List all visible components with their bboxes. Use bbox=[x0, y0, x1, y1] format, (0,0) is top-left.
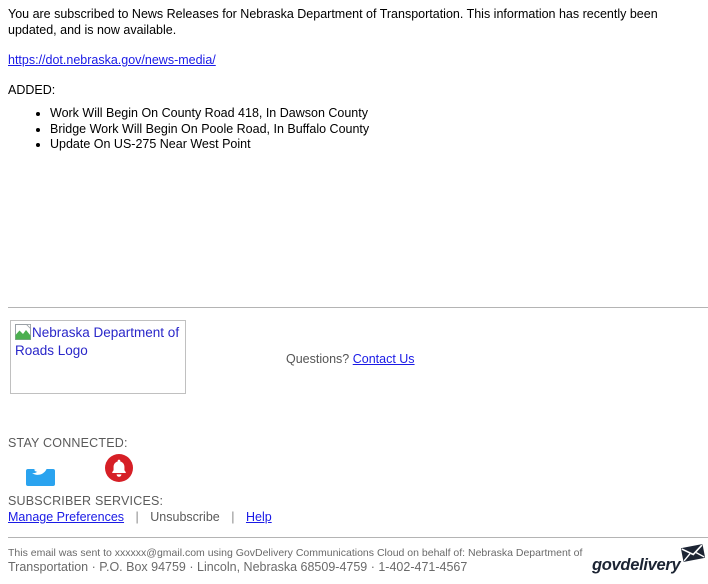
contact-us-link[interactable]: Contact Us bbox=[353, 352, 415, 366]
brand-row: Nebraska Department of Roads Logo Questi… bbox=[0, 320, 708, 400]
subscribe-bell-link[interactable] bbox=[104, 453, 134, 483]
list-item: Work Will Begin On County Road 418, In D… bbox=[50, 106, 700, 122]
unsubscribe-link[interactable]: Unsubscribe bbox=[150, 510, 219, 524]
bell-subscribe-icon bbox=[104, 454, 134, 487]
twitter-link[interactable] bbox=[26, 453, 55, 487]
stay-connected-label: STAY CONNECTED: bbox=[8, 436, 128, 450]
footer-divider-top bbox=[8, 307, 708, 308]
legal-line-1: This email was sent to xxxxxx@gmail.com … bbox=[8, 547, 583, 559]
logo-alt-text: Nebraska Department of Roads Logo bbox=[15, 325, 180, 358]
subscriber-services-links: Manage Preferences | Unsubscribe | Help bbox=[8, 510, 272, 524]
footer-divider-bottom bbox=[8, 537, 708, 538]
govdelivery-wordmark: govdelivery bbox=[592, 556, 681, 574]
twitter-icon bbox=[26, 460, 55, 486]
news-media-link-row: https://dot.nebraska.gov/news-media/ bbox=[8, 52, 700, 68]
legal-line-2: Transportation · P.O. Box 94759 · Lincol… bbox=[8, 560, 468, 574]
legal-footer-text: This email was sent to xxxxxx@gmail.com … bbox=[8, 547, 583, 575]
list-item: Update On US-275 Near West Point bbox=[50, 137, 700, 153]
help-link[interactable]: Help bbox=[246, 510, 272, 524]
news-media-link[interactable]: https://dot.nebraska.gov/news-media/ bbox=[8, 53, 216, 67]
social-icon-row bbox=[26, 453, 134, 486]
govdelivery-logo: govdelivery bbox=[592, 543, 706, 579]
intro-paragraph: You are subscribed to News Releases for … bbox=[8, 7, 658, 37]
added-label: ADDED: bbox=[8, 83, 56, 97]
subscriber-services-label: SUBSCRIBER SERVICES: bbox=[8, 494, 164, 508]
list-item: Bridge Work Will Begin On Poole Road, In… bbox=[50, 122, 700, 138]
email-body: You are subscribed to News Releases for … bbox=[0, 0, 708, 153]
envelope-icon bbox=[680, 543, 706, 563]
logo-alt-wrapper: Nebraska Department of Roads Logo bbox=[15, 324, 180, 358]
added-items-list: Work Will Begin On County Road 418, In D… bbox=[8, 106, 700, 153]
link-separator: | bbox=[231, 510, 235, 524]
questions-label: Questions? bbox=[286, 352, 350, 366]
link-separator: | bbox=[135, 510, 139, 524]
nebraska-roads-logo-placeholder[interactable]: Nebraska Department of Roads Logo bbox=[10, 320, 186, 394]
broken-image-icon bbox=[15, 324, 31, 340]
manage-preferences-link[interactable]: Manage Preferences bbox=[8, 510, 124, 524]
questions-row: Questions? Contact Us bbox=[286, 352, 415, 366]
